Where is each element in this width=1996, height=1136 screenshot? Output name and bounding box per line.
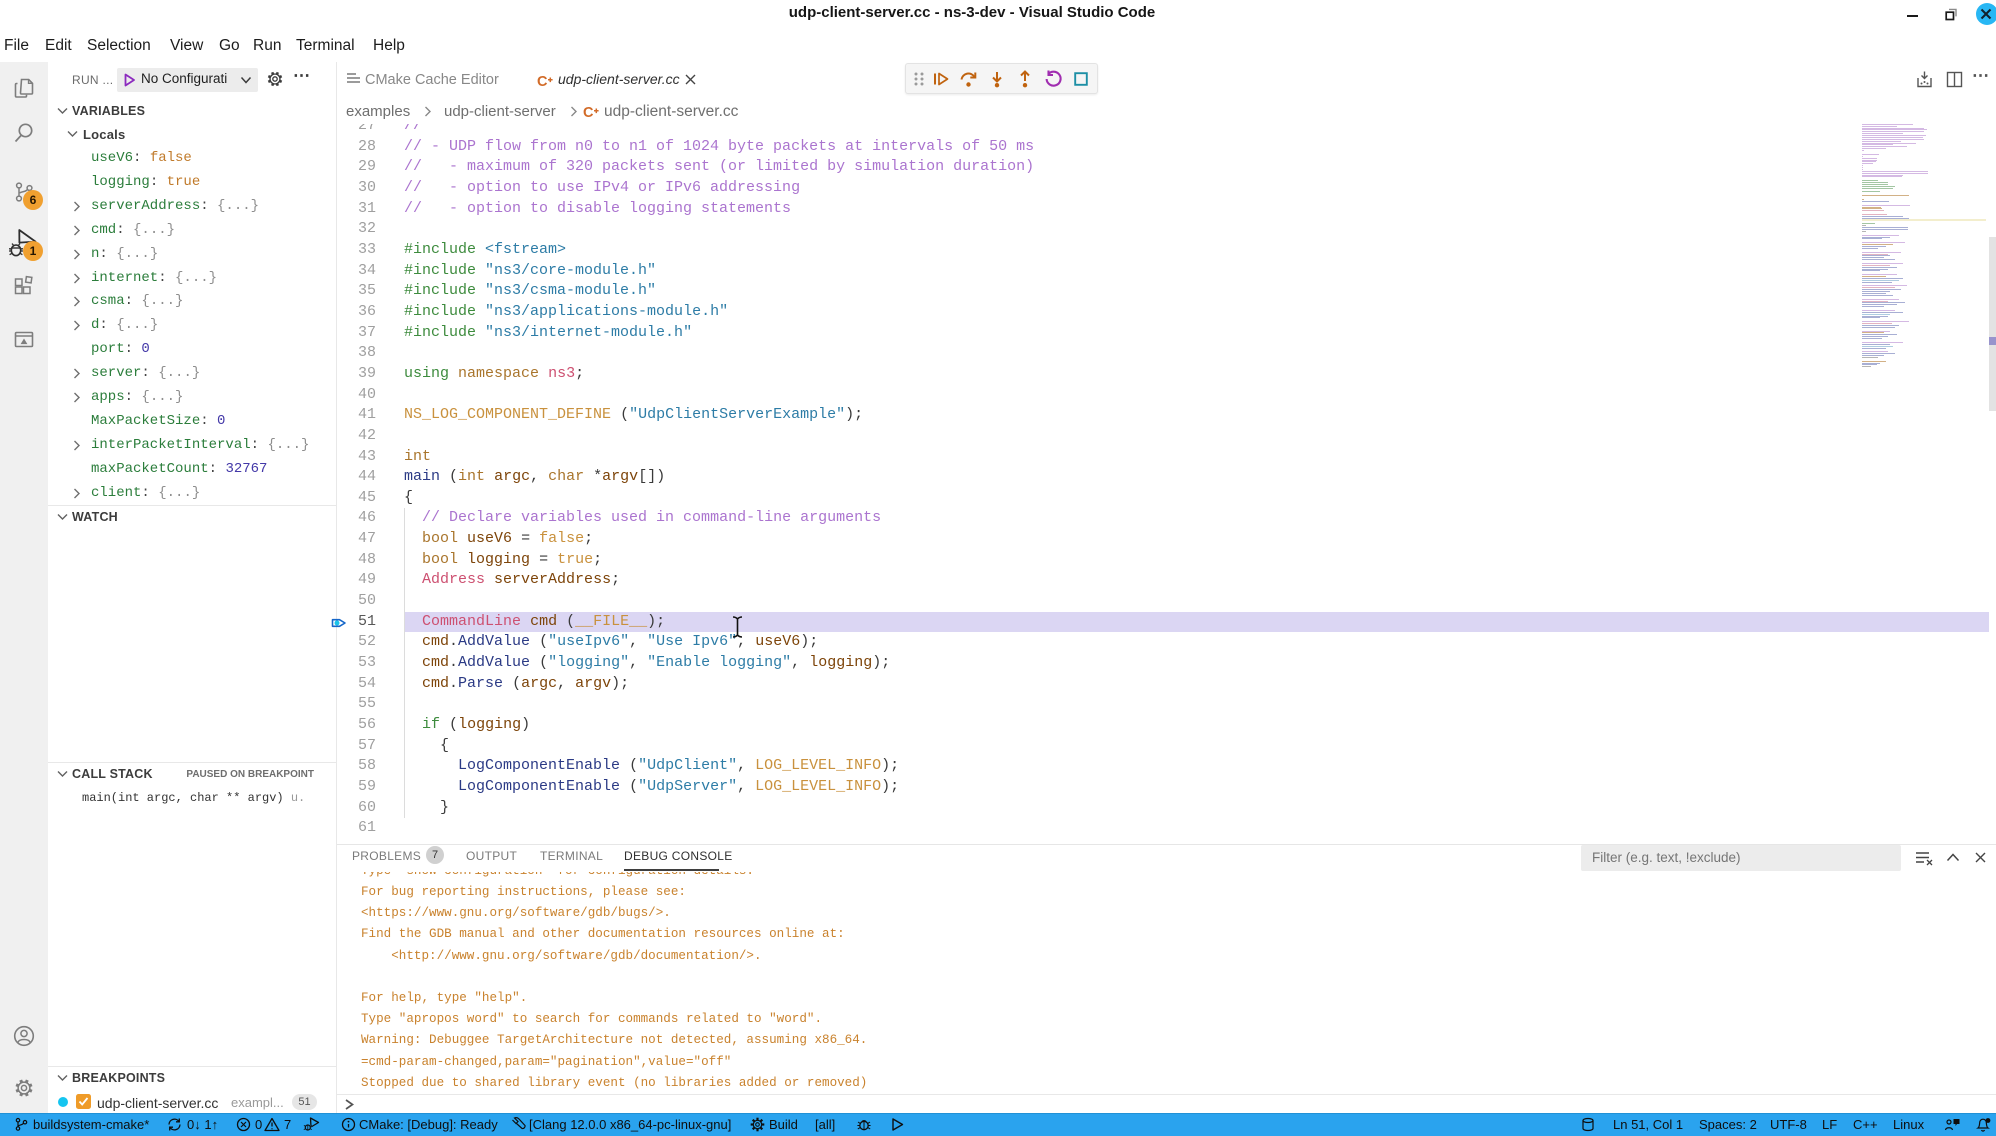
svg-text:C: C [583, 105, 594, 121]
svg-text:C: C [537, 74, 548, 90]
